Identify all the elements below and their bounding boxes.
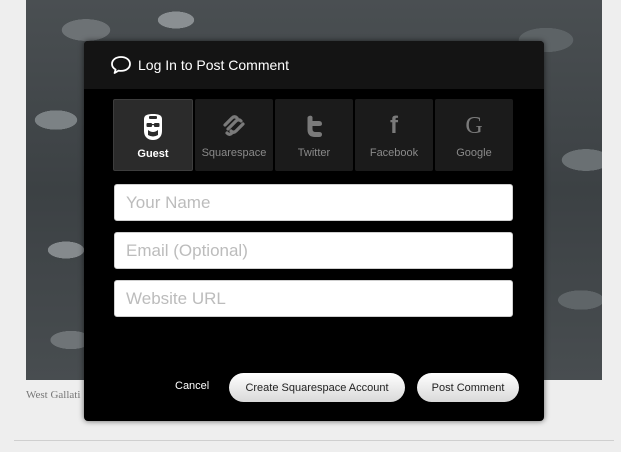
modal-title: Log In to Post Comment bbox=[138, 57, 289, 73]
tab-guest-label: Guest bbox=[137, 148, 169, 160]
website-url-field[interactable] bbox=[114, 280, 513, 317]
post-comment-button[interactable]: Post Comment bbox=[417, 373, 519, 402]
divider bbox=[14, 440, 614, 441]
tab-google-label: Google bbox=[456, 147, 492, 159]
login-comment-modal: Log In to Post Comment Guest Squarespace… bbox=[84, 41, 544, 421]
create-squarespace-account-button[interactable]: Create Squarespace Account bbox=[229, 373, 405, 402]
google-icon: G bbox=[465, 112, 483, 139]
tab-squarespace-label: Squarespace bbox=[201, 147, 267, 159]
facebook-icon: f bbox=[390, 112, 398, 139]
email-field[interactable] bbox=[114, 232, 513, 269]
cancel-link[interactable]: Cancel bbox=[175, 380, 209, 392]
guest-avatar-icon bbox=[140, 113, 166, 141]
photo-caption: West Gallati bbox=[26, 389, 81, 401]
name-field[interactable] bbox=[114, 184, 513, 221]
tab-twitter-label: Twitter bbox=[297, 147, 331, 159]
modal-header: Log In to Post Comment bbox=[84, 41, 544, 89]
login-method-tabs: Guest Squarespace Twitter f Facebook G G… bbox=[113, 99, 513, 171]
tab-twitter[interactable]: Twitter bbox=[275, 99, 353, 171]
twitter-icon bbox=[304, 112, 324, 140]
tab-guest[interactable]: Guest bbox=[113, 99, 193, 171]
tab-facebook-label: Facebook bbox=[369, 147, 419, 159]
tab-google[interactable]: G Google bbox=[435, 99, 513, 171]
squarespace-icon bbox=[221, 112, 247, 140]
tab-facebook[interactable]: f Facebook bbox=[355, 99, 433, 171]
tab-squarespace[interactable]: Squarespace bbox=[195, 99, 273, 171]
speech-bubble-icon bbox=[111, 56, 131, 74]
